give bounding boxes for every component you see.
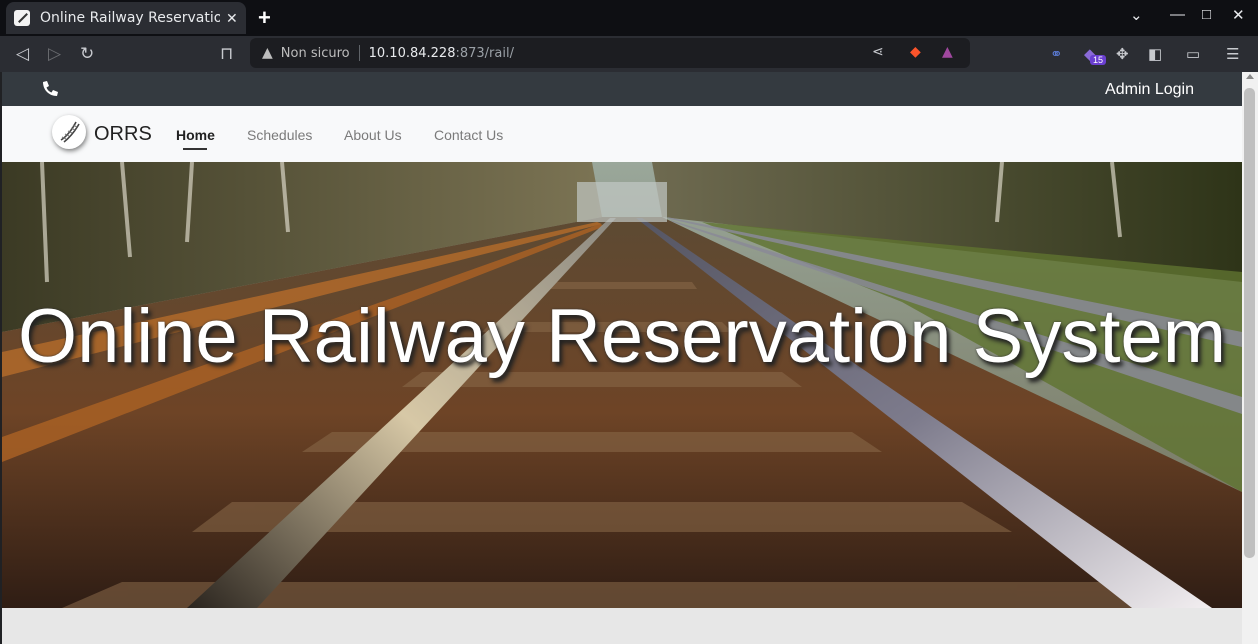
page-scrollbar[interactable]: [1242, 72, 1258, 644]
extension-badge: 15: [1090, 55, 1107, 65]
brave-rewards-icon[interactable]: ▲: [942, 44, 953, 60]
railway-tracks-image: [2, 162, 1242, 608]
tab-search-chevron-icon[interactable]: ⌄: [1130, 6, 1143, 24]
hero-banner: Online Railway Reservation System: [2, 162, 1242, 608]
forward-icon[interactable]: ▷: [48, 44, 61, 64]
url-path: :873/rail/: [455, 45, 514, 61]
security-label[interactable]: Non sicuro: [281, 46, 350, 61]
menu-icon[interactable]: ☰: [1226, 45, 1239, 63]
share-icon[interactable]: ⋖: [872, 44, 884, 60]
nav-schedules[interactable]: Schedules: [247, 127, 312, 143]
wallet-icon[interactable]: ▭: [1186, 45, 1200, 63]
close-tab-icon[interactable]: ✕: [226, 10, 238, 27]
nav-home[interactable]: Home: [176, 127, 215, 143]
scroll-up-arrow-icon[interactable]: [1246, 74, 1254, 79]
active-nav-indicator: [183, 148, 207, 150]
link-extension-icon[interactable]: ⚭: [1050, 45, 1063, 63]
brave-shields-icon[interactable]: ◆: [910, 44, 921, 60]
nav-about-us[interactable]: About Us: [344, 127, 402, 143]
url-host: 10.10.84.228: [368, 45, 456, 61]
top-contact-bar: Admin Login: [2, 72, 1242, 106]
reload-icon[interactable]: ↻: [80, 44, 94, 64]
scrollbar-thumb[interactable]: [1244, 88, 1255, 558]
admin-login-link[interactable]: Admin Login: [1105, 81, 1194, 99]
nav-contact-us[interactable]: Contact Us: [434, 127, 503, 143]
brand-name[interactable]: ORRS: [94, 123, 152, 146]
minimize-icon[interactable]: —: [1170, 6, 1185, 23]
hero-title: Online Railway Reservation System: [17, 294, 1227, 379]
phone-icon: [43, 81, 58, 96]
sidebar-icon[interactable]: ◧: [1148, 45, 1162, 63]
browser-tab[interactable]: Online Railway Reservation System ✕: [6, 2, 246, 34]
tab-title: Online Railway Reservation System: [40, 10, 220, 26]
address-bar[interactable]: ▲ Non sicuro 10.10.84.228 :873/rail/ ⋖ ◆…: [250, 38, 970, 68]
site-navbar: ORRS Home Schedules About Us Contact Us: [2, 106, 1242, 162]
back-icon[interactable]: ◁: [16, 44, 29, 64]
browser-tab-bar: Online Railway Reservation System ✕ + ⌄ …: [0, 0, 1258, 36]
page-viewport: Admin Login ORRS Home Schedules About Us…: [2, 72, 1242, 644]
site-favicon-icon: [14, 10, 30, 26]
maximize-icon[interactable]: □: [1202, 6, 1211, 23]
close-window-icon[interactable]: ✕: [1232, 6, 1245, 24]
extensions-puzzle-icon[interactable]: ✥: [1116, 45, 1129, 63]
new-tab-icon[interactable]: +: [258, 5, 271, 31]
warning-icon: ▲: [262, 45, 273, 61]
url-divider: [358, 45, 360, 61]
railway-logo-icon[interactable]: [52, 115, 86, 149]
bookmark-icon[interactable]: ⊓: [220, 44, 233, 64]
